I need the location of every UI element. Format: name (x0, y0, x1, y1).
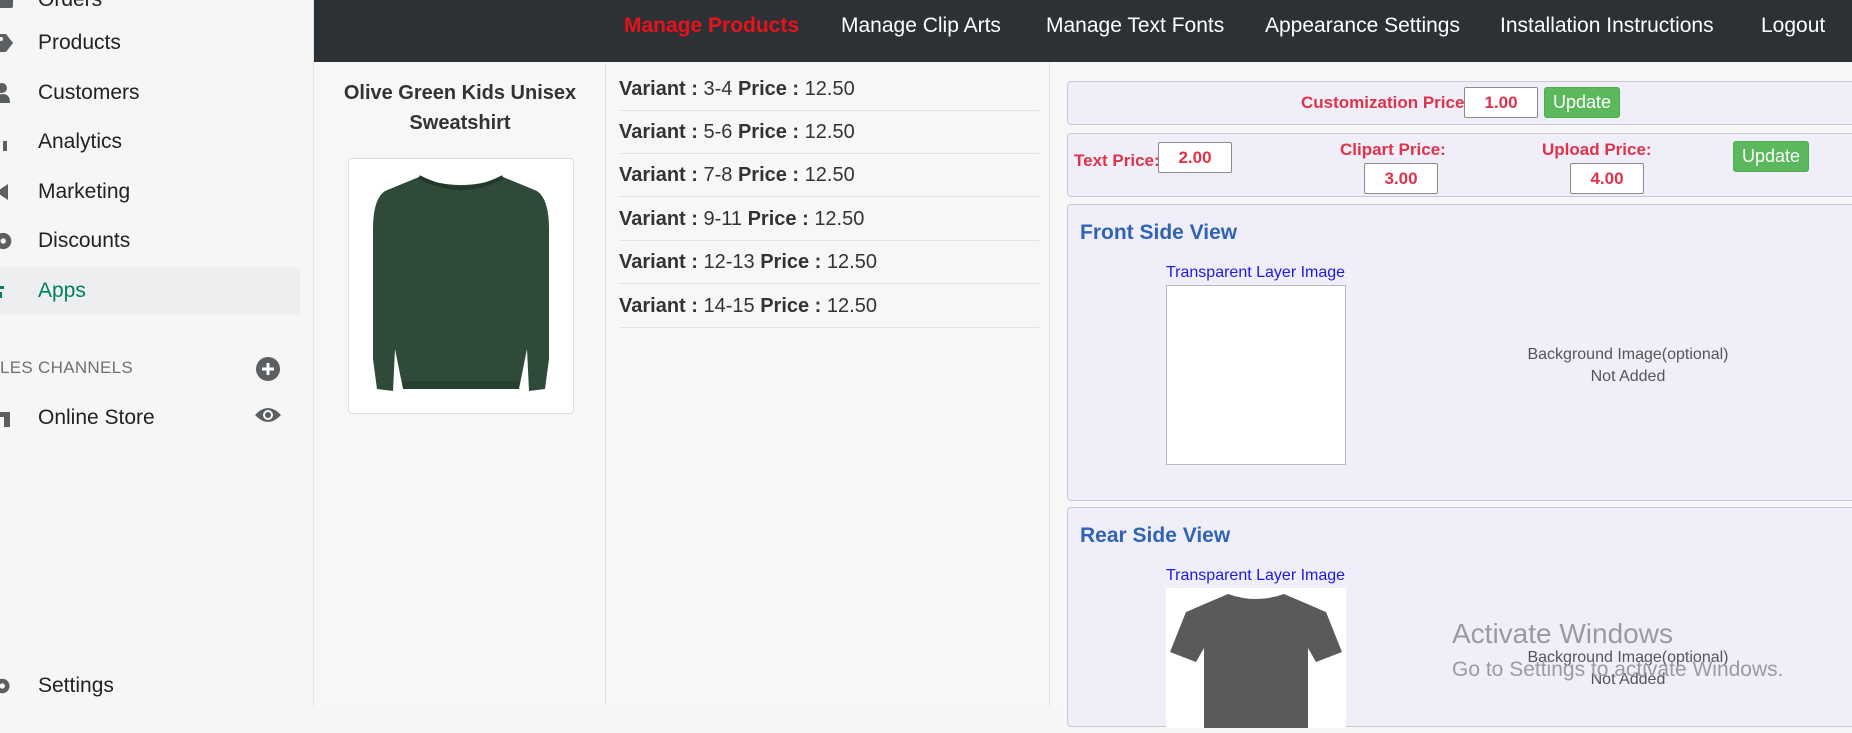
sidebar-item-settings[interactable]: Settings (0, 662, 300, 710)
transparent-layer-label: Transparent Layer Image (1166, 567, 1346, 584)
variant-row: Variant : 5-6 Price : 12.50 (619, 111, 1039, 154)
clipart-price-label: Clipart Price: (1340, 140, 1446, 159)
sidebar-item-label: Products (38, 31, 121, 54)
variant-row: Variant : 3-4 Price : 12.50 (619, 68, 1039, 111)
apps-icon (0, 280, 14, 302)
sidebar-item-discounts[interactable]: Discounts (0, 217, 300, 265)
sidebar: Orders Products Customers Analytics Mark… (0, 0, 314, 706)
background-image-status: Background Image(optional) Not Added (1527, 346, 1729, 385)
add-channel-icon[interactable] (255, 356, 281, 382)
product-image[interactable] (348, 158, 574, 414)
variant-row: Variant : 7-8 Price : 12.50 (619, 154, 1039, 197)
text-price-label: Text Price: (1074, 151, 1160, 170)
tag-icon (0, 32, 14, 54)
variant-row: Variant : 9-11 Price : 12.50 (619, 198, 1039, 241)
orders-icon (0, 0, 14, 11)
front-side-view: Front Side View Transparent Layer Image … (1067, 204, 1852, 501)
sidebar-item-label: Analytics (38, 130, 123, 153)
sidebar-item-label: Apps (38, 279, 86, 302)
customization-panel: Customization Price: 1.00 Update Text Pr… (1050, 62, 1852, 728)
rear-side-view: Rear Side View Transparent Layer Image B… (1067, 507, 1852, 728)
activate-windows-subtext: Go to Settings to activate Windows. (1452, 658, 1784, 681)
transparent-layer-label: Transparent Layer Image (1166, 264, 1346, 281)
variant-row: Variant : 14-15 Price : 12.50 (619, 285, 1039, 328)
sidebar-item-marketing[interactable]: Marketing (0, 168, 300, 216)
sidebar-item-apps[interactable]: Apps (0, 267, 300, 315)
rear-view-title: Rear Side View (1080, 524, 1231, 547)
megaphone-icon (0, 181, 14, 203)
product-title: Olive Green Kids Unisex Sweatshirt (343, 82, 577, 134)
sidebar-item-products[interactable]: Products (0, 19, 300, 67)
product-panel: Olive Green Kids Unisex Sweatshirt (315, 62, 606, 706)
nav-logout[interactable]: Logout (1761, 14, 1825, 38)
text-price-input[interactable]: 2.00 (1158, 142, 1232, 173)
customization-price-box: Customization Price: 1.00 Update (1067, 81, 1852, 125)
sidebar-item-label: Settings (38, 674, 114, 697)
nav-manage-products[interactable]: Manage Products (624, 14, 799, 38)
nav-manage-clip-arts[interactable]: Manage Clip Arts (841, 14, 1001, 38)
upload-price-input[interactable]: 4.00 (1570, 163, 1644, 194)
variants-panel: Variant : 3-4 Price : 12.50 Variant : 5-… (606, 62, 1050, 706)
sidebar-item-label: Online Store (38, 406, 155, 429)
sidebar-item-analytics[interactable]: Analytics (0, 118, 300, 166)
sidebar-item-label: Orders (38, 0, 102, 12)
variant-row: Variant : 12-13 Price : 12.50 (619, 241, 1039, 284)
eye-icon[interactable] (254, 404, 282, 426)
update-customization-button[interactable]: Update (1544, 87, 1620, 118)
update-prices-button[interactable]: Update (1733, 141, 1809, 172)
activate-windows-watermark: Activate Windows (1452, 618, 1673, 649)
sidebar-item-label: Discounts (38, 229, 131, 252)
clipart-price-input[interactable]: 3.00 (1364, 163, 1438, 194)
discount-icon (0, 230, 14, 252)
sales-channels-heading: LES CHANNELS (0, 358, 134, 377)
sidebar-item-label: Marketing (38, 180, 131, 203)
app-top-nav: Manage Products Manage Clip Arts Manage … (314, 0, 1852, 62)
customization-price-input[interactable]: 1.00 (1464, 87, 1538, 118)
store-icon (0, 407, 14, 429)
sidebar-item-customers[interactable]: Customers (0, 69, 300, 117)
nav-appearance-settings[interactable]: Appearance Settings (1265, 14, 1460, 38)
person-icon (0, 82, 14, 104)
upload-price-label: Upload Price: (1542, 140, 1652, 159)
bar-chart-icon (0, 131, 14, 153)
nav-manage-text-fonts[interactable]: Manage Text Fonts (1046, 14, 1224, 38)
front-view-title: Front Side View (1080, 221, 1238, 244)
customization-price-label: Customization Price: (1301, 93, 1471, 112)
nav-installation-instructions[interactable]: Installation Instructions (1500, 14, 1714, 38)
front-layer-image[interactable] (1166, 285, 1346, 465)
sidebar-item-label: Customers (38, 81, 140, 104)
rear-layer-image[interactable] (1166, 588, 1346, 728)
element-prices-box: Text Price: 2.00 Clipart Price: 3.00 Upl… (1067, 133, 1852, 197)
gear-icon (0, 675, 14, 697)
